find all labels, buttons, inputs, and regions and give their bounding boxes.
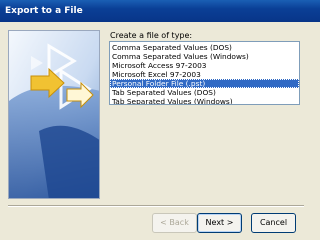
list-item-csv-dos[interactable]: Comma Separated Values (DOS) xyxy=(110,43,299,52)
back-button[interactable]: < Back xyxy=(152,213,197,233)
file-type-label: Create a file of type: xyxy=(110,31,192,40)
window-title: Export to a File xyxy=(5,6,83,16)
title-bar: Export to a File xyxy=(0,0,320,22)
list-item-pst[interactable]: Personal Folder File (.pst) xyxy=(110,79,299,88)
list-item-tsv-dos[interactable]: Tab Separated Values (DOS) xyxy=(110,88,299,97)
list-item-tsv-windows[interactable]: Tab Separated Values (Windows) xyxy=(110,97,299,104)
file-type-listbox[interactable]: Comma Separated Values (DOS) Comma Separ… xyxy=(109,41,300,105)
cancel-button[interactable]: Cancel xyxy=(251,213,296,233)
button-separator xyxy=(8,205,304,207)
file-type-label-text: Create a file of type: xyxy=(110,31,193,40)
list-item-access[interactable]: Microsoft Access 97-2003 xyxy=(110,61,299,70)
next-button[interactable]: Next > xyxy=(197,213,242,233)
wizard-arrows-image xyxy=(9,31,99,198)
wizard-graphic xyxy=(8,30,100,199)
list-item-excel[interactable]: Microsoft Excel 97-2003 xyxy=(110,70,299,79)
list-item-csv-windows[interactable]: Comma Separated Values (Windows) xyxy=(110,52,299,61)
